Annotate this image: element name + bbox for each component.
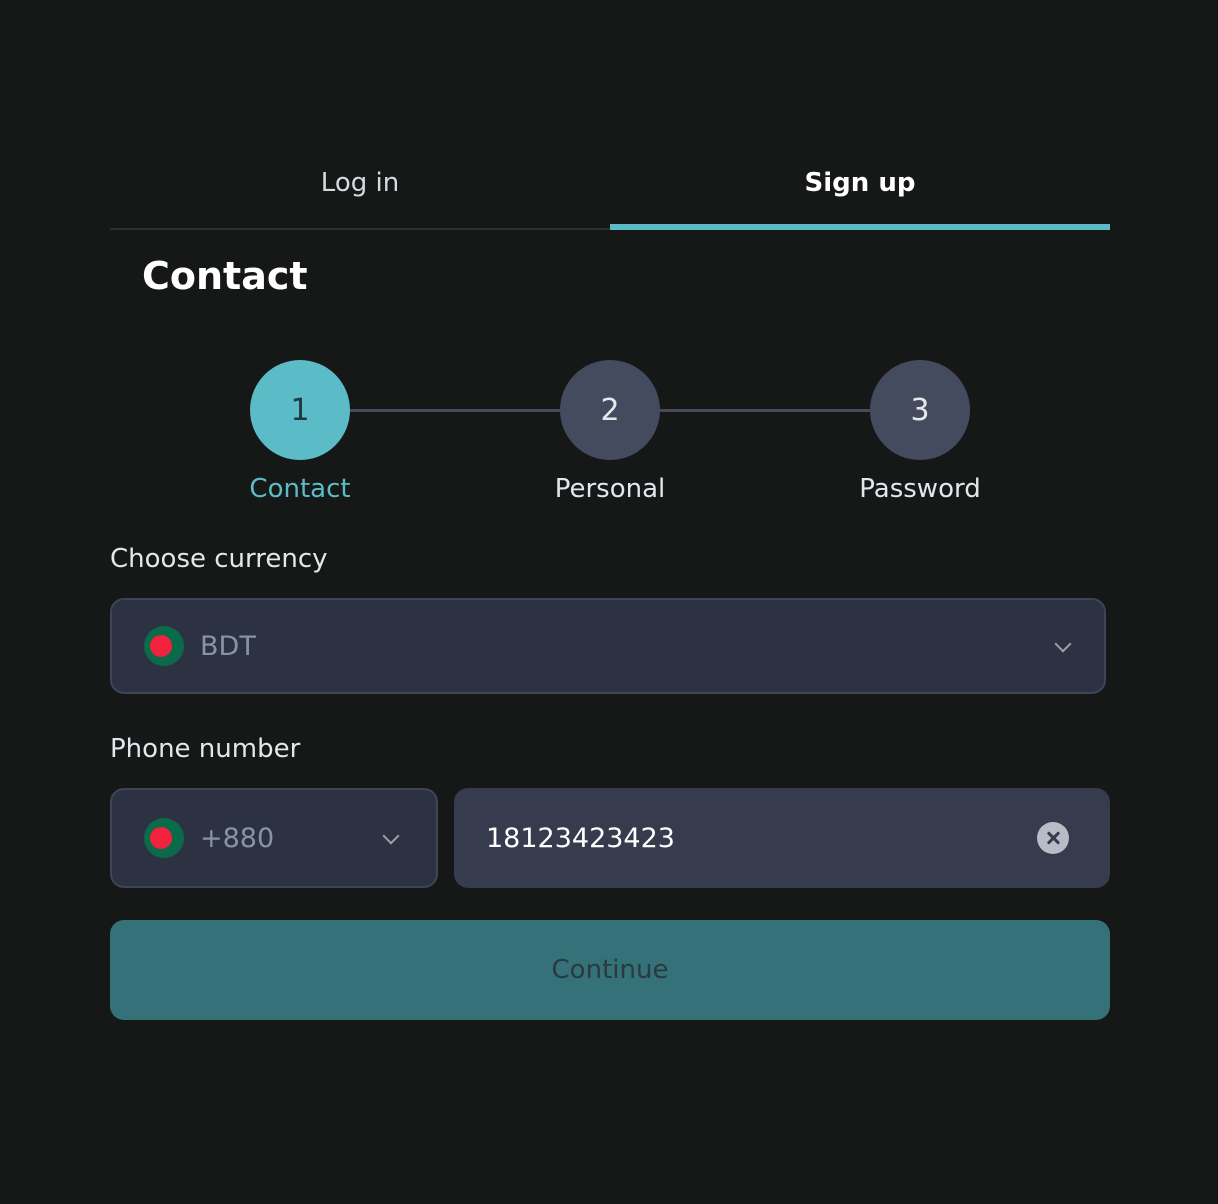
bangladesh-flag-icon [144, 626, 184, 666]
step-3-number: 3 [910, 392, 930, 428]
currency-label: Choose currency [110, 544, 328, 574]
tab-login[interactable]: Log in [110, 140, 610, 228]
step-3-label: Password [859, 474, 981, 504]
tab-login-label: Log in [320, 168, 400, 198]
tab-signup[interactable]: Sign up [610, 140, 1110, 230]
auth-tabs: Log in Sign up [110, 140, 1110, 230]
phone-field [454, 788, 1110, 888]
clear-icon[interactable] [1037, 822, 1069, 854]
currency-select[interactable]: BDT [110, 598, 1106, 694]
signup-stepper: 1 2 3 Contact Personal Password [249, 360, 981, 510]
phone-input[interactable] [486, 788, 1006, 888]
currency-value: BDT [200, 630, 256, 662]
step-1-number: 1 [290, 392, 310, 428]
step-1-label: Contact [249, 474, 351, 504]
country-code-select[interactable]: +880 [110, 788, 438, 888]
phone-label: Phone number [110, 734, 301, 764]
bangladesh-flag-icon [144, 818, 184, 858]
step-2-circle: 2 [560, 360, 660, 460]
tab-signup-label: Sign up [804, 168, 916, 198]
country-code-value: +880 [200, 822, 275, 854]
step-3-circle: 3 [870, 360, 970, 460]
step-connector-1 [350, 409, 560, 412]
step-2-number: 2 [600, 392, 620, 428]
page-title: Contact [142, 254, 308, 298]
step-1-circle: 1 [250, 360, 350, 460]
continue-button[interactable]: Continue [110, 920, 1110, 1020]
signup-page: Log in Sign up Contact 1 2 3 Contact Per… [0, 0, 1218, 1204]
chevron-down-icon [382, 827, 400, 845]
chevron-down-icon [1054, 635, 1072, 653]
step-connector-2 [660, 409, 870, 412]
step-2-label: Personal [554, 474, 666, 504]
